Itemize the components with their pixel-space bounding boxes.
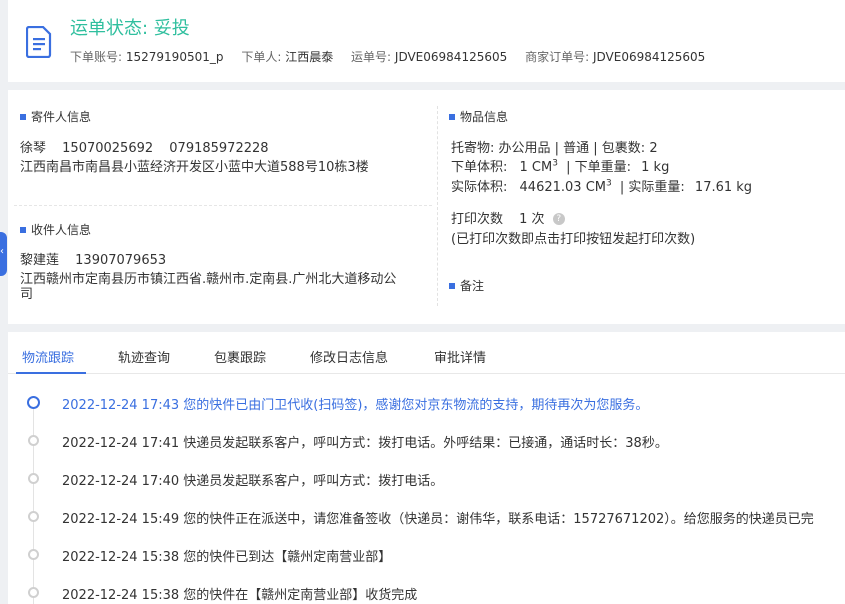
account-value: 15279190501_p <box>125 50 224 64</box>
section-divider <box>14 205 432 206</box>
timeline-text: 2022-12-24 17:41 快递员发起联系客户，呼叫方式：拨打电话。外呼结… <box>62 436 668 451</box>
waybill-status-title: 运单状态: 妥投 <box>70 18 190 39</box>
receiver-section-title: 收件人信息 <box>20 221 91 238</box>
timeline-text: 2022-12-24 15:38 您的快件在【赣州定南营业部】收货完成 <box>62 588 418 603</box>
waybill-meta: 下单账号: 15279190501_p 下单人: 江西晨泰 运单号: JDVE0… <box>70 48 719 65</box>
section-marker-icon <box>20 113 26 120</box>
timeline-item: 2022-12-24 17:40 快递员发起联系客户，呼叫方式：拨打电话。 <box>8 470 845 490</box>
remark-section-title: 备注 <box>449 277 484 294</box>
order-weight-value: 1 kg <box>641 160 670 175</box>
print-count: 打印次数 1 次 ? <box>451 208 565 227</box>
section-marker-icon <box>449 282 455 289</box>
tab-logistics-tracking[interactable]: 物流跟踪 <box>22 347 74 366</box>
sender-name: 徐琴 <box>20 141 47 156</box>
chevron-left-icon: ‹ <box>0 246 4 257</box>
print-count-value: 1 次 <box>519 212 545 227</box>
goods-summary: 托寄物: 办公用品 | 普通 | 包裹数: 2 <box>451 141 658 156</box>
order-volume-weight: 下单体积: 1 CM3 | 下单重量: 1 kg <box>451 158 670 175</box>
sender-address: 江西南昌市南昌县小蓝经济开发区小蓝中大道588号10栋3楼 <box>20 160 369 175</box>
tab-change-log[interactable]: 修改日志信息 <box>310 347 388 366</box>
timeline-item: 2022-12-24 15:38 您的快件已到达【赣州定南营业部】 <box>8 546 845 566</box>
timeline-text: 2022-12-24 15:38 您的快件已到达【赣州定南营业部】 <box>62 550 392 565</box>
timeline-dot-icon <box>27 396 40 409</box>
timeline-text: 2022-12-24 17:43 您的快件已由门卫代收(扫码签)，感谢您对京东物… <box>62 398 649 413</box>
timeline-item: 2022-12-24 17:43 您的快件已由门卫代收(扫码签)，感谢您对京东物… <box>8 394 845 414</box>
merchant-order-value: JDVE06984125605 <box>592 50 706 64</box>
print-count-note: (已打印次数即点击打印按钮发起打印次数) <box>451 232 696 247</box>
tab-approval-details[interactable]: 审批详情 <box>434 347 486 366</box>
waybill-value: JDVE06984125605 <box>394 50 508 64</box>
timeline-text: 2022-12-24 15:49 您的快件正在派送中，请您准备签收（快递员：谢伟… <box>62 512 814 527</box>
section-marker-icon <box>449 113 455 120</box>
merchant-order-label: 商家订单号: <box>525 50 590 64</box>
timeline-dot-icon <box>28 473 39 484</box>
document-icon <box>26 26 52 58</box>
timeline-text: 2022-12-24 17:40 快递员发起联系客户，呼叫方式：拨打电话。 <box>62 474 444 489</box>
section-marker-icon <box>20 226 26 233</box>
actual-volume-weight: 实际体积: 44621.03 CM3 | 实际重量: 17.61 kg <box>451 178 753 195</box>
sender-phone: 15070025692 <box>62 141 154 156</box>
orderer-value: 江西晨泰 <box>285 50 334 64</box>
tab-package-tracking[interactable]: 包裹跟踪 <box>214 347 266 366</box>
order-volume-value: 1 CM <box>519 160 553 175</box>
waybill-label: 运单号: <box>351 50 392 64</box>
sender-landline: 079185972228 <box>169 141 269 156</box>
timeline-dot-icon <box>28 435 39 446</box>
collapse-side-tab[interactable]: ‹ <box>0 232 7 276</box>
shipment-info-card: 寄件人信息 徐琴 15070025692 079185972228 江西南昌市南… <box>8 90 845 324</box>
help-icon[interactable]: ? <box>552 212 565 225</box>
receiver-name: 黎建莲 <box>20 253 60 268</box>
active-tab-indicator <box>16 372 86 374</box>
account-label: 下单账号: <box>70 50 123 64</box>
tracking-tabs: 物流跟踪 轨迹查询 包裹跟踪 修改日志信息 审批详情 <box>8 332 845 374</box>
receiver-address-line2: 司 <box>20 287 34 302</box>
timeline-dot-icon <box>28 511 39 522</box>
timeline-dot-icon <box>28 549 39 560</box>
receiver-contact: 黎建莲 13907079653 <box>20 249 166 268</box>
waybill-header-card: 运单状态: 妥投 下单账号: 15279190501_p 下单人: 江西晨泰 运… <box>8 0 845 82</box>
actual-volume-value: 44621.03 CM <box>519 180 606 195</box>
receiver-address-line1: 江西赣州市定南县历市镇江西省.赣州市.定南县.广州北大道移动公 <box>20 272 397 287</box>
column-divider <box>437 106 438 306</box>
sender-contact: 徐琴 15070025692 079185972228 <box>20 137 269 156</box>
actual-weight-value: 17.61 kg <box>694 180 753 195</box>
tracking-card: 物流跟踪 轨迹查询 包裹跟踪 修改日志信息 审批详情 2022-12-24 17… <box>8 332 845 604</box>
goods-section-title: 物品信息 <box>449 108 508 125</box>
timeline-item: 2022-12-24 15:38 您的快件在【赣州定南营业部】收货完成 <box>8 584 845 604</box>
tab-trajectory-query[interactable]: 轨迹查询 <box>118 347 170 366</box>
sender-section-title: 寄件人信息 <box>20 108 91 125</box>
timeline-item: 2022-12-24 15:49 您的快件正在派送中，请您准备签收（快递员：谢伟… <box>8 508 845 528</box>
receiver-phone: 13907079653 <box>75 253 167 268</box>
orderer-label: 下单人: <box>241 50 282 64</box>
timeline-dot-icon <box>28 587 39 598</box>
timeline-item: 2022-12-24 17:41 快递员发起联系客户，呼叫方式：拨打电话。外呼结… <box>8 432 845 452</box>
